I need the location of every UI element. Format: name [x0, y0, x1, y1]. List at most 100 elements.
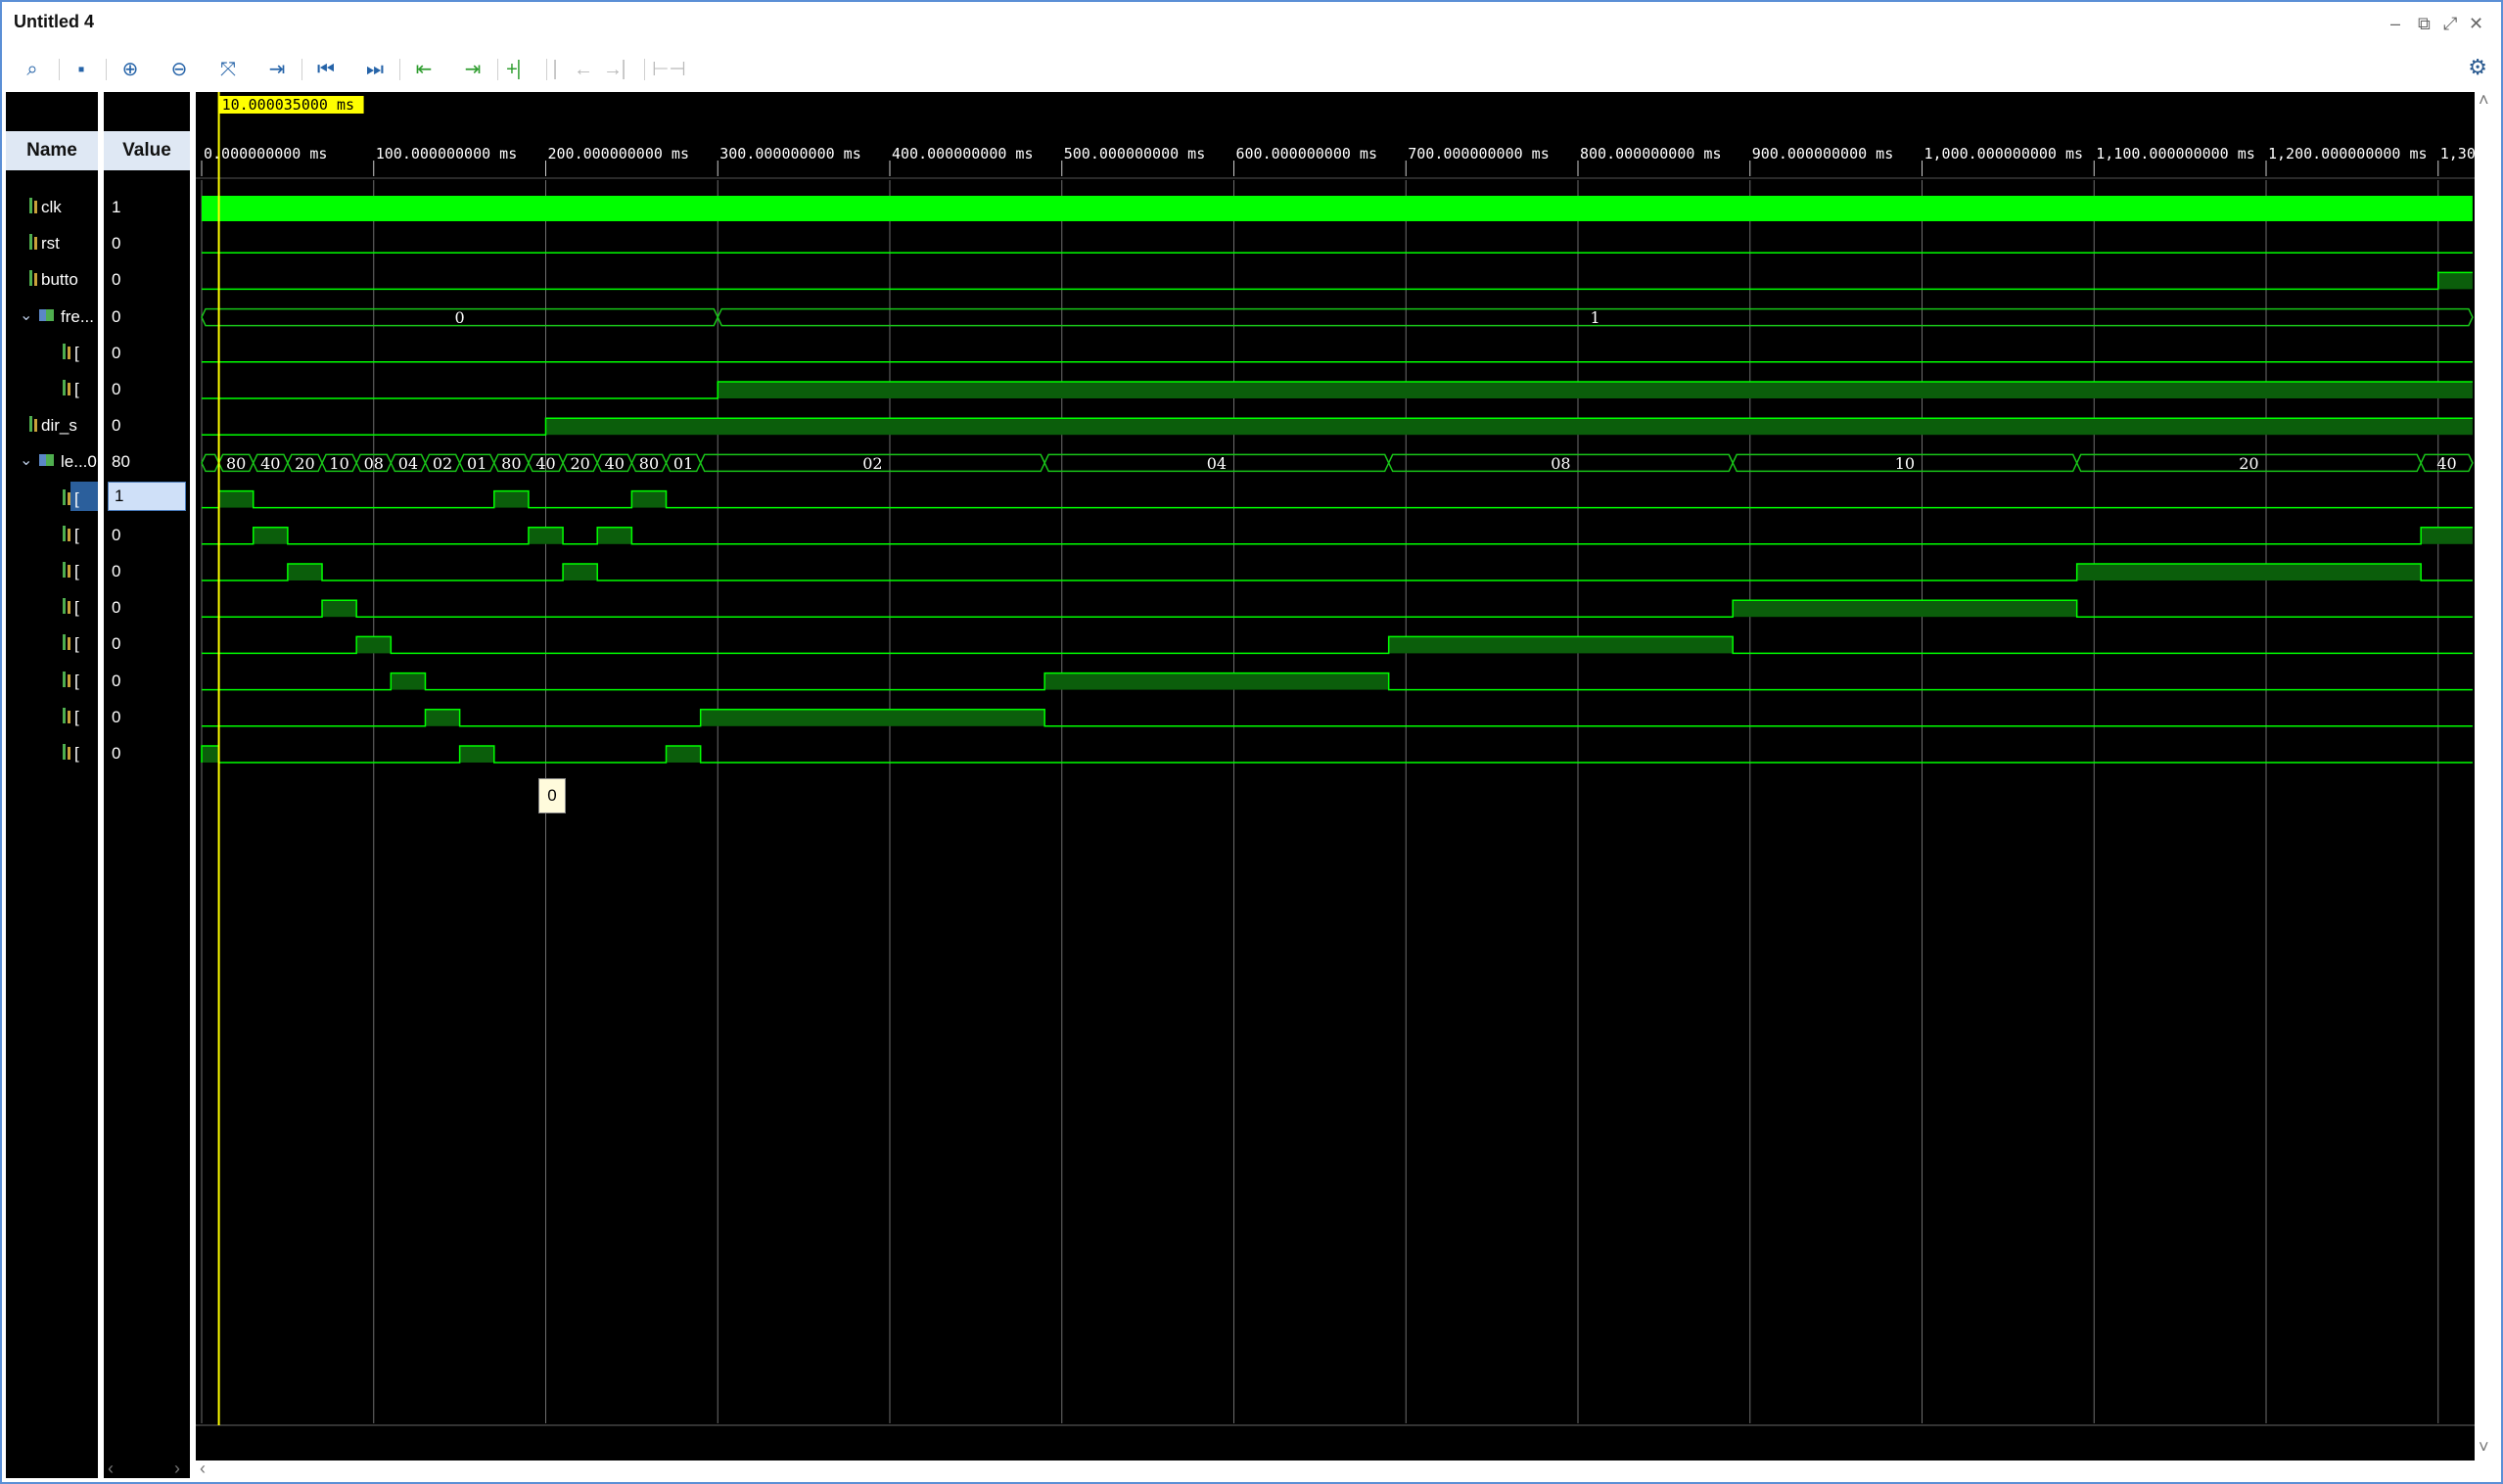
signal-name-row[interactable]: rst	[6, 226, 98, 262]
leds-bus-wave-value-label: 20	[2239, 454, 2258, 473]
signal-name: [	[74, 707, 79, 726]
signal-value-row[interactable]: 0	[104, 336, 190, 372]
zoom-fit-icon[interactable]: ⤧	[211, 55, 245, 84]
freq-bus-wave-value-label: 1	[1590, 308, 1599, 327]
signal-name-row[interactable]: ⌄ fre...	[6, 300, 98, 336]
time-tick-label: 500.000000000 ms	[1064, 145, 1206, 162]
signal-name-row[interactable]: [	[6, 372, 98, 408]
go-to-start-icon[interactable]: ⏮	[309, 55, 343, 84]
signal-value-row[interactable]: 0	[104, 700, 190, 736]
signal-name-row[interactable]: [	[6, 481, 98, 518]
signal-value-row[interactable]: 1	[104, 190, 190, 226]
wave-high-fill	[2437, 272, 2473, 290]
signal-name: [	[74, 634, 79, 654]
signal-value-row[interactable]: 0	[104, 300, 190, 336]
signal-value: 0	[112, 416, 121, 436]
leds-bus-wave-value-label: 40	[605, 454, 625, 473]
wave-high-fill	[700, 709, 1045, 726]
leds-bus-wave-value-label: 04	[398, 454, 418, 473]
name-panel: Name clk rst butto ⌄ fre... [[dir_s ⌄ le...0 [[[…	[6, 92, 98, 1478]
leds-bus-wave-value-label: 01	[467, 454, 487, 473]
scroll-left-icon[interactable]: ‹	[108, 1459, 114, 1479]
signal-name-row[interactable]: butto	[6, 262, 98, 299]
wave-high-fill	[597, 527, 632, 544]
go-to-end-icon[interactable]: ⏭	[358, 55, 392, 84]
leds-bus-wave-value-label: 08	[1551, 454, 1570, 473]
signal-value-row[interactable]: 0	[104, 736, 190, 772]
time-tick-label: 1,300.000000000 ms	[2440, 145, 2475, 162]
signal-name-row[interactable]: clk	[6, 190, 98, 226]
selected-value[interactable]: 1	[108, 481, 186, 511]
signal-value-row[interactable]: 0	[104, 372, 190, 408]
signal-value-row[interactable]: 0	[104, 262, 190, 299]
signal-name-row[interactable]: [	[6, 554, 98, 590]
vertical-scrollbar[interactable]: ˄ ˅	[2475, 90, 2497, 1478]
signal-name-row[interactable]: [	[6, 664, 98, 700]
signal-name: [	[74, 525, 79, 544]
value-panel-scrollbar[interactable]: ‹ ›	[104, 1459, 190, 1479]
signal-name-row[interactable]: dir_s	[6, 408, 98, 444]
value-panel: Value 1 0 0 0 0 0 0 80 1 0 0 0 0 0 0 0	[104, 92, 190, 1478]
wave-high-fill	[545, 418, 2473, 436]
wave-high-fill	[1733, 600, 2077, 618]
swap-cursors-icon[interactable]: ⊢⊣	[652, 55, 686, 84]
maximize-icon[interactable]: ⤢	[2443, 14, 2457, 34]
time-tick-label: 0.000000000 ms	[204, 145, 327, 162]
zoom-out-icon[interactable]: ⊖	[162, 55, 196, 84]
signal-icon	[61, 525, 72, 543]
scroll-right-icon[interactable]: ›	[174, 1459, 180, 1479]
wave-high-fill	[459, 746, 494, 763]
close-icon[interactable]: ✕	[2469, 14, 2483, 34]
go-to-cursor-icon[interactable]: ⇥	[260, 55, 294, 84]
signal-name: [	[74, 562, 79, 580]
signal-value-row[interactable]: 0	[104, 226, 190, 262]
restore-icon[interactable]: ⧉	[2418, 14, 2431, 34]
waveform-panel[interactable]: 0.000000000 ms 100.000000000 ms 200.000000…	[196, 92, 2475, 1478]
time-tick-label: 100.000000000 ms	[376, 145, 518, 162]
wave-high-fill	[202, 746, 219, 763]
value-column-header[interactable]: Value	[104, 131, 190, 170]
scroll-up-icon[interactable]: ˄	[2479, 90, 2489, 111]
wave-high-fill	[287, 564, 323, 580]
wave-high-fill	[563, 564, 598, 580]
signal-name-row[interactable]: [	[6, 626, 98, 663]
scroll-left-icon[interactable]: ‹	[200, 1459, 206, 1479]
previous-marker-icon[interactable]: ⎸←	[554, 55, 593, 84]
gear-icon[interactable]: ⚙	[2468, 55, 2487, 80]
signal-value-row[interactable]: 0	[104, 590, 190, 626]
signal-name: dir_s	[41, 416, 77, 436]
horizontal-scrollbar[interactable]: ‹	[196, 1459, 2475, 1479]
scroll-down-icon[interactable]: ˅	[2479, 1437, 2489, 1458]
cursor-time-label: 10.000035000 ms	[222, 96, 354, 114]
signal-value-row[interactable]: 80	[104, 444, 190, 481]
signal-value-row[interactable]: 0	[104, 518, 190, 554]
minimize-icon[interactable]: –	[2390, 14, 2400, 34]
signal-name-row[interactable]: ⌄ le...0	[6, 444, 98, 481]
signal-value-row[interactable]: 1	[104, 481, 190, 518]
time-tick-label: 200.000000000 ms	[548, 145, 690, 162]
name-column-header[interactable]: Name	[6, 131, 98, 170]
next-marker-icon[interactable]: →⎸	[603, 55, 642, 84]
zoom-in-icon[interactable]: ⊕	[114, 55, 147, 84]
signal-value-row[interactable]: 0	[104, 554, 190, 590]
save-icon[interactable]: ▪	[65, 55, 98, 84]
toolbar-separator	[497, 59, 498, 80]
expand-chevron-icon[interactable]: ⌄	[20, 450, 32, 470]
signal-name-row[interactable]: [	[6, 336, 98, 372]
signal-name-row[interactable]: [	[6, 700, 98, 736]
expand-chevron-icon[interactable]: ⌄	[20, 305, 32, 325]
leds-bus-wave-value-label: 10	[1895, 454, 1915, 473]
signal-value-row[interactable]: 0	[104, 408, 190, 444]
previous-transition-icon[interactable]: ⇤	[407, 55, 440, 84]
search-icon[interactable]: ⌕	[16, 55, 49, 84]
next-transition-icon[interactable]: ⇥	[456, 55, 489, 84]
signal-value: 0	[112, 306, 121, 326]
signal-name-row[interactable]: [	[6, 590, 98, 626]
signal-name-row[interactable]: [	[6, 518, 98, 554]
add-marker-icon[interactable]: +⎸	[505, 55, 538, 84]
signal-value-row[interactable]: 0	[104, 664, 190, 700]
signal-name-row[interactable]: [	[6, 736, 98, 772]
signal-value-row[interactable]: 0	[104, 626, 190, 663]
led-bit-wave	[202, 489, 2473, 509]
signal-name: rst	[41, 234, 60, 254]
